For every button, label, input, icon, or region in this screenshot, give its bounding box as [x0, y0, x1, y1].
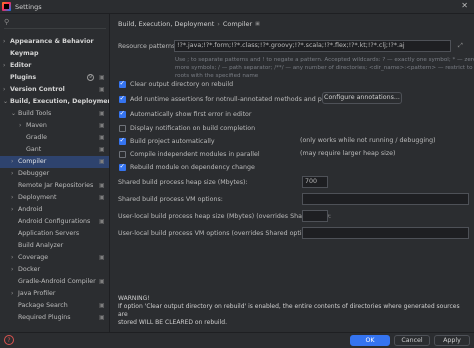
expand-field-icon[interactable]: ⤢: [458, 42, 463, 50]
parallel-compile-note: (may require larger heap size): [300, 150, 396, 157]
user-heap-size-input[interactable]: [302, 210, 328, 222]
breadcrumb-separator: ›: [217, 20, 220, 28]
chevron-right-icon: ›: [11, 206, 14, 213]
chevron-right-icon: ›: [11, 254, 14, 261]
sidebar-item-package-search[interactable]: Package Search ▣: [0, 300, 109, 312]
sidebar-item-editor[interactable]: › Editor: [0, 60, 109, 72]
settings-sidebar: ⚲ › Appearance & Behavior Keymap › Edito…: [0, 14, 110, 332]
sidebar-item-gradle-android-compiler[interactable]: Gradle-Android Compiler ▣: [0, 276, 109, 288]
chevron-right-icon: ›: [3, 38, 6, 45]
sidebar-item-remote-jar-repositories[interactable]: Remote Jar Repositories ▣: [0, 180, 109, 192]
project-scope-icon: ▣: [99, 314, 105, 321]
sidebar-item-build-analyzer[interactable]: Build Analyzer: [0, 240, 109, 252]
project-scope-icon: ▣: [99, 278, 105, 285]
project-scope-icon: ▣: [99, 134, 105, 141]
breadcrumb-current: Compiler: [222, 20, 253, 28]
breadcrumb-parent[interactable]: Build, Execution, Deployment: [118, 20, 214, 28]
chevron-right-icon: ›: [11, 170, 14, 177]
chevron-down-icon: ⌄: [3, 98, 9, 105]
build-automatically-note: (only works while not running / debuggin…: [300, 137, 436, 144]
chevron-right-icon: ›: [11, 158, 14, 165]
chevron-right-icon: ›: [3, 62, 6, 69]
plugins-update-badge: 9: [87, 74, 94, 81]
resource-patterns-label: Resource patterns:: [118, 43, 178, 50]
chevron-right-icon: ›: [19, 122, 22, 129]
cancel-button[interactable]: Cancel: [394, 335, 430, 346]
checkbox-checked: [119, 109, 126, 118]
project-scope-icon: ▣: [99, 302, 105, 309]
sidebar-item-version-control[interactable]: › Version Control ▣: [0, 84, 109, 96]
project-scope-icon: ▣: [99, 218, 105, 225]
close-icon[interactable]: ✕: [461, 1, 468, 10]
ok-button[interactable]: OK: [350, 335, 390, 346]
sidebar-item-build-execution-deployment[interactable]: ⌄ Build, Execution, Deployment: [0, 96, 109, 108]
user-vm-options-input[interactable]: [302, 227, 469, 239]
user-vm-options-label: User-local build process VM options (ove…: [118, 230, 318, 237]
project-scope-icon: ▣: [99, 74, 105, 81]
search-icon: ⚲: [4, 18, 10, 26]
help-icon[interactable]: ?: [4, 335, 14, 345]
sidebar-item-coverage[interactable]: › Coverage ▣: [0, 252, 109, 264]
chevron-right-icon: ›: [11, 290, 14, 297]
sidebar-item-appearance-behavior[interactable]: › Appearance & Behavior: [0, 36, 109, 48]
checkbox-unchecked: [119, 125, 126, 132]
project-scope-icon: ▣: [99, 194, 105, 201]
app-logo-icon: [2, 2, 11, 11]
project-scope-icon: ▣: [255, 21, 260, 27]
heap-size-input[interactable]: 700: [302, 176, 328, 188]
project-scope-icon: ▣: [99, 146, 105, 153]
project-scope-icon: ▣: [99, 182, 105, 189]
sidebar-item-docker[interactable]: › Docker: [0, 264, 109, 276]
sidebar-item-application-servers[interactable]: Application Servers: [0, 228, 109, 240]
chevron-down-icon: ⌄: [11, 110, 17, 117]
sidebar-item-plugins[interactable]: Plugins 9 ▣: [0, 72, 109, 84]
checkbox-checked: [119, 94, 126, 103]
warning-line-2: stored WILL BE CLEARED on rebuild.: [118, 319, 227, 326]
warning-title: WARNING!: [118, 295, 150, 302]
sidebar-item-deployment[interactable]: › Deployment ▣: [0, 192, 109, 204]
project-scope-icon: ▣: [99, 122, 105, 129]
window-title: Settings: [15, 3, 42, 11]
sidebar-item-gant[interactable]: Gant ▣: [0, 144, 109, 156]
title-bar: Settings ✕: [0, 0, 474, 14]
chevron-right-icon: ›: [11, 266, 14, 273]
user-heap-size-label: User-local build process heap size (Mbyt…: [118, 213, 332, 220]
vm-options-input[interactable]: [302, 193, 469, 205]
sidebar-item-gradle[interactable]: Gradle ▣: [0, 132, 109, 144]
sidebar-item-java-profiler[interactable]: › Java Profiler: [0, 288, 109, 300]
checkbox-checked: [119, 79, 126, 88]
sidebar-item-debugger[interactable]: › Debugger: [0, 168, 109, 180]
project-scope-icon: ▣: [99, 254, 105, 261]
breadcrumb: Build, Execution, Deployment › Compiler ▣: [118, 20, 260, 30]
project-scope-icon: ▣: [99, 86, 105, 93]
sidebar-item-android[interactable]: › Android: [0, 204, 109, 216]
settings-search-input[interactable]: ⚲: [4, 17, 106, 29]
project-scope-icon: ▣: [99, 158, 105, 165]
checkbox-checked: [119, 162, 126, 171]
heap-size-label: Shared build process heap size (Mbytes):: [118, 179, 248, 186]
vm-options-label: Shared build process VM options:: [118, 196, 223, 203]
chevron-right-icon: ›: [3, 86, 6, 93]
dialog-footer: ? OK Cancel Apply: [0, 332, 474, 348]
sidebar-item-compiler[interactable]: › Compiler ▣: [0, 156, 109, 168]
sidebar-item-keymap[interactable]: Keymap: [0, 48, 109, 60]
apply-button[interactable]: Apply: [434, 335, 470, 346]
warning-line-1: If option 'Clear output directory on reb…: [118, 303, 460, 318]
rebuild-warning: WARNING! If option 'Clear output directo…: [118, 295, 468, 327]
checkbox-checked: [119, 136, 126, 145]
sidebar-item-maven[interactable]: › Maven ▣: [0, 120, 109, 132]
sidebar-item-android-configurations[interactable]: Android Configurations ▣: [0, 216, 109, 228]
sidebar-item-build-tools[interactable]: ⌄ Build Tools ▣: [0, 108, 109, 120]
resource-patterns-hint: Use ; to separate patterns and ! to nega…: [175, 57, 474, 79]
resource-patterns-input[interactable]: !?*.java;!?*.form;!?*.class;!?*.groovy;!…: [174, 40, 451, 52]
project-scope-icon: ▣: [99, 110, 105, 117]
configure-annotations-button[interactable]: Configure annotations...: [322, 92, 402, 104]
sidebar-item-required-plugins[interactable]: Required Plugins ▣: [0, 312, 109, 324]
chevron-right-icon: ›: [11, 194, 14, 201]
checkbox-unchecked: [119, 151, 126, 158]
